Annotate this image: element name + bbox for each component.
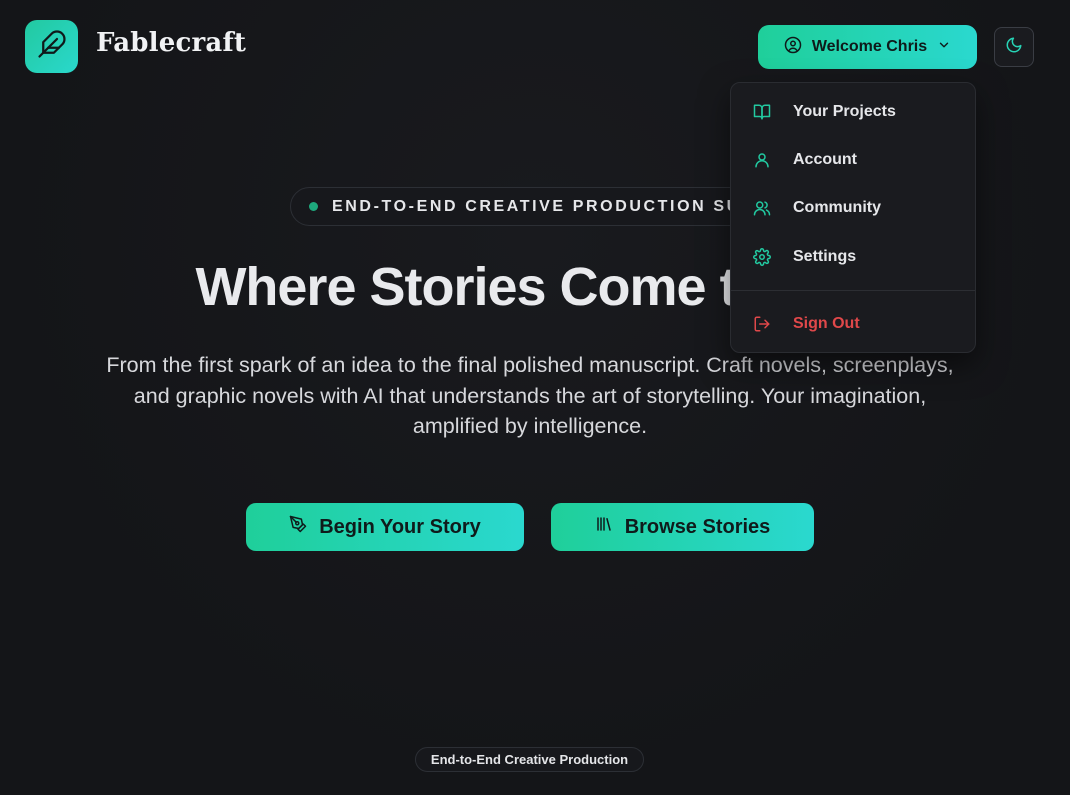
log-out-icon [753, 315, 771, 333]
hero-tagline: END-TO-END CREATIVE PRODUCTION SUITE [332, 197, 774, 215]
footer-badge: End-to-End Creative Production [415, 747, 644, 772]
menu-item-settings[interactable]: Settings [731, 237, 975, 277]
menu-divider [731, 290, 975, 291]
user-circle-icon [784, 36, 802, 59]
user-dropdown-menu: Your Projects Account Community Settings… [730, 82, 976, 353]
menu-item-label: Community [793, 199, 881, 216]
sign-out-label: Sign Out [793, 315, 860, 332]
pen-tool-icon [289, 515, 307, 539]
logo[interactable] [25, 20, 78, 73]
menu-item-account[interactable]: Account [731, 140, 975, 180]
welcome-label: Welcome Chris [811, 38, 928, 55]
begin-story-button[interactable]: Begin Your Story [246, 503, 524, 551]
browse-stories-label: Browse Stories [624, 515, 771, 538]
chevron-down-icon [937, 38, 951, 57]
landing-page: Fablecraft Welcome Chris END-TO-END CREA… [0, 0, 1070, 795]
user-icon [753, 151, 771, 169]
menu-item-label: Your Projects [793, 103, 896, 120]
feather-icon [37, 29, 67, 64]
menu-item-your-projects[interactable]: Your Projects [731, 92, 975, 132]
gear-icon [753, 248, 771, 266]
menu-item-label: Settings [793, 248, 857, 265]
theme-toggle-button[interactable] [994, 27, 1034, 67]
hero-subtitle: From the first spark of an idea to the f… [106, 353, 954, 438]
moon-icon [1005, 36, 1023, 59]
sign-out-button[interactable]: Sign Out [731, 304, 975, 344]
user-menu-button[interactable]: Welcome Chris [758, 25, 977, 69]
users-icon [753, 199, 771, 217]
library-icon [595, 515, 613, 539]
menu-item-label: Account [793, 151, 857, 168]
browse-stories-button[interactable]: Browse Stories [551, 503, 814, 551]
begin-story-label: Begin Your Story [319, 515, 481, 538]
brand-name[interactable]: Fablecraft [96, 28, 246, 58]
menu-item-community[interactable]: Community [731, 188, 975, 228]
status-dot [309, 202, 318, 211]
book-open-icon [753, 103, 771, 121]
